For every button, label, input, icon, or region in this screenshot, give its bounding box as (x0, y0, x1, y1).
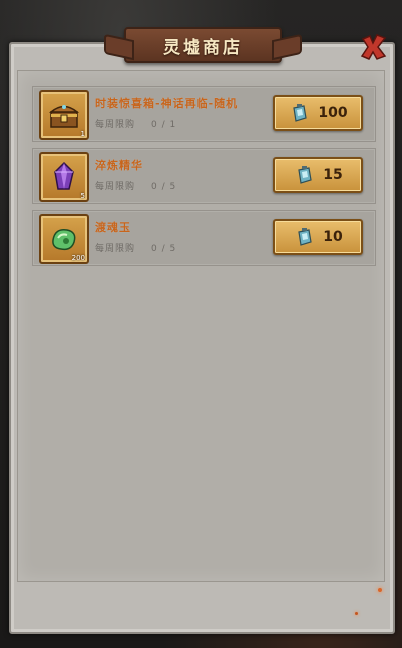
purchase-limit: 每周限购 0 / 5 (95, 241, 176, 254)
item-slot[interactable]: 5 (39, 152, 89, 202)
ember-particle (378, 588, 382, 592)
price: 15 (323, 167, 343, 183)
buy-button[interactable]: 15 (273, 157, 363, 193)
ember-particle (355, 612, 358, 615)
limit-value: 0 / 1 (151, 120, 177, 130)
item-name: 淬炼精华 (95, 159, 143, 172)
soul-lantern-icon (298, 228, 312, 246)
buy-button[interactable]: 10 (273, 219, 363, 255)
shop-list-area (17, 70, 385, 582)
shop-item-row: 200 渡魂玉 每周限购 0 / 5 10 (32, 210, 376, 266)
shop-item-row: 5 淬炼精华 每周限购 0 / 5 15 (32, 148, 376, 204)
green-jade-icon (52, 228, 76, 251)
purchase-limit: 每周限购 0 / 5 (95, 179, 176, 192)
limit-label: 每周限购 (95, 244, 136, 254)
treasure-chest-icon (48, 105, 80, 128)
limit-label: 每周限购 (95, 120, 136, 130)
limit-label: 每周限购 (95, 182, 136, 192)
title-banner: 灵墟商店 (124, 27, 282, 63)
soul-lantern-icon (298, 166, 312, 184)
limit-value: 0 / 5 (151, 182, 177, 192)
item-slot[interactable]: 200 (39, 214, 89, 264)
item-count: 5 (80, 192, 85, 200)
close-button[interactable] (356, 30, 390, 64)
item-name: 时装惊喜箱-神话再临-随机 (95, 97, 239, 110)
price: 100 (318, 105, 348, 121)
shop-item-row: 1 时装惊喜箱-神话再临-随机 每周限购 0 / 1 100 (32, 86, 376, 142)
purple-crystal-icon (54, 161, 74, 190)
item-slot[interactable]: 1 (39, 90, 89, 140)
item-count: 200 (71, 254, 85, 262)
item-name: 渡魂玉 (95, 221, 131, 234)
close-icon (360, 34, 387, 60)
page-title: 灵墟商店 (163, 37, 243, 58)
buy-button[interactable]: 100 (273, 95, 363, 131)
limit-value: 0 / 5 (151, 244, 177, 254)
purchase-limit: 每周限购 0 / 1 (95, 117, 176, 130)
price: 10 (323, 229, 343, 245)
item-count: 1 (80, 130, 85, 138)
soul-lantern-icon (293, 104, 308, 122)
